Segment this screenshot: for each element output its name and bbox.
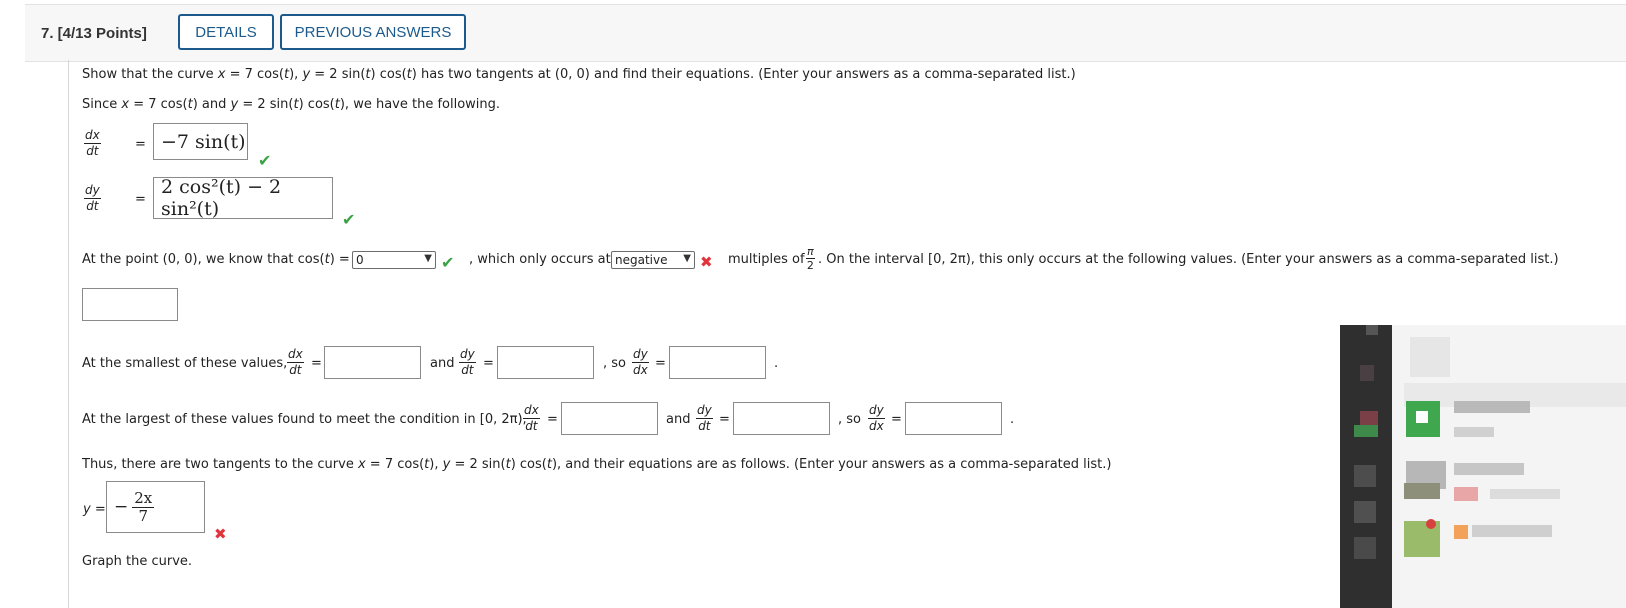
dy-dt-fraction: dy dt — [696, 403, 713, 433]
dy-dt-fraction: dy dt — [459, 347, 476, 377]
smallest-dxdt-input[interactable] — [324, 346, 421, 379]
graph-instruction: Graph the curve. — [82, 554, 193, 569]
dydt-answer: 2 cos²(t) − 2 sin²(t) — [161, 176, 282, 220]
largest-dydx-input[interactable] — [905, 402, 1002, 435]
check-icon: ✔ — [441, 253, 455, 272]
occurs-text: , which only occurs at — [469, 252, 611, 267]
smallest-dydx-input[interactable] — [669, 346, 766, 379]
question-header: 7. [4/13 Points] DETAILS PREVIOUS ANSWER… — [25, 4, 1626, 62]
dxdt-answer-box[interactable]: −7 sin(t) — [153, 123, 248, 160]
check-icon: ✔ — [342, 210, 356, 229]
minus-sign: − — [114, 497, 129, 517]
since-statement: Since x = 7 cos(t) and y = 2 sin(t) cos(… — [82, 97, 501, 112]
dy-dx-fraction: dy dx — [632, 347, 649, 377]
so-text: , so — [838, 412, 861, 427]
dx-dt-fraction: dx dt — [523, 403, 540, 433]
largest-dxdt-input[interactable] — [561, 402, 658, 435]
dxdt-answer: −7 sin(t) — [161, 130, 246, 153]
equals-sign: = — [135, 192, 146, 207]
smallest-dydt-input[interactable] — [497, 346, 594, 379]
equals-sign: = — [135, 137, 146, 152]
problem-statement: Show that the curve x = 7 cos(t), y = 2 … — [82, 67, 1076, 82]
chevron-down-icon: ▼ — [424, 253, 432, 264]
and-text: and — [666, 412, 691, 427]
so-text: , so — [603, 356, 626, 371]
dx-dt-fraction: dx dt — [84, 128, 101, 158]
cross-icon: ✖ — [700, 253, 713, 271]
point-statement: At the point (0, 0), we know that cos(t)… — [82, 252, 350, 267]
largest-text: At the largest of these values found to … — [82, 412, 527, 427]
t-values-input[interactable] — [82, 288, 178, 321]
multiples-selected: negative — [615, 253, 668, 267]
equals-sign: = — [311, 356, 322, 371]
largest-dydt-input[interactable] — [733, 402, 830, 435]
cos-value-selected: 0 — [356, 253, 364, 267]
interval-text: . On the interval [0, 2π), this only occ… — [818, 252, 1559, 267]
previous-answers-button[interactable]: PREVIOUS ANSWERS — [280, 14, 466, 50]
y-label: y = — [83, 502, 106, 517]
question-number: 7. [4/13 Points] — [41, 25, 147, 42]
equals-sign: = — [483, 356, 494, 371]
equals-sign: = — [719, 412, 730, 427]
thus-statement: Thus, there are two tangents to the curv… — [82, 457, 1112, 472]
and-text: and — [430, 356, 455, 371]
check-icon: ✔ — [258, 151, 272, 170]
pi-over-two-fraction: π2 — [806, 245, 815, 272]
equals-sign: = — [655, 356, 666, 371]
cos-value-select[interactable]: 0 ▼ — [352, 251, 436, 269]
chevron-down-icon: ▼ — [683, 253, 691, 264]
dy-dx-fraction: dy dx — [868, 403, 885, 433]
tangent-answer-fraction: 2x 7 — [132, 488, 155, 525]
cross-icon: ✖ — [214, 525, 227, 543]
dydt-answer-box[interactable]: 2 cos²(t) − 2 sin²(t) — [153, 176, 333, 220]
dx-dt-fraction: dx dt — [287, 347, 304, 377]
period: . — [774, 356, 779, 371]
blurred-side-panel — [1340, 325, 1626, 608]
dy-dt-fraction: dy dt — [84, 183, 101, 213]
equals-sign: = — [547, 412, 558, 427]
multiples-text: multiples of — [728, 252, 805, 267]
multiples-select[interactable]: negative ▼ — [611, 251, 695, 269]
details-button[interactable]: DETAILS — [178, 14, 274, 50]
tangent-answer-box[interactable]: − 2x 7 — [106, 481, 205, 533]
smallest-text: At the smallest of these values, — [82, 356, 288, 371]
equals-sign: = — [891, 412, 902, 427]
period: . — [1010, 412, 1015, 427]
